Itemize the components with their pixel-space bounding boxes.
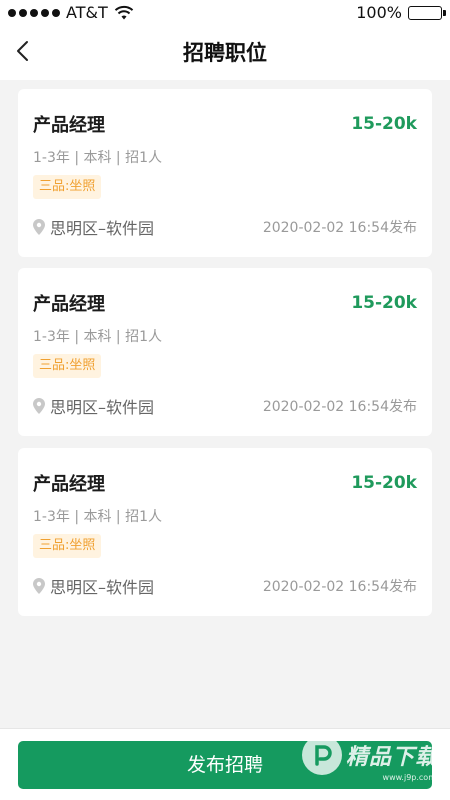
watermark-subtext: www.j9p.com	[382, 773, 436, 782]
job-card[interactable]: 产品经理 15-20k 1-3年 | 本科 | 招1人 三品:坐照 思明区–软件…	[18, 268, 432, 436]
wifi-icon	[114, 5, 133, 19]
status-right: 100%	[356, 3, 446, 22]
posted-time: 2020-02-02 16:54发布	[262, 220, 417, 236]
job-salary: 15-20k	[351, 293, 417, 313]
job-location: 思明区–软件园	[33, 394, 154, 418]
status-left: AT&T	[8, 3, 134, 22]
battery-icon	[408, 5, 446, 20]
status-bar: AT&T 100%	[0, 0, 450, 26]
job-requirements: 1-3年 | 本科 | 招1人	[33, 150, 163, 166]
posted-time: 2020-02-02 16:54发布	[262, 579, 417, 595]
location-text: 思明区–软件园	[50, 398, 155, 417]
posted-time: 2020-02-02 16:54发布	[262, 399, 417, 415]
carrier-name: AT&T	[66, 3, 108, 22]
location-pin-icon	[33, 219, 45, 235]
job-salary: 15-20k	[351, 473, 417, 493]
job-card[interactable]: 产品经理 15-20k 1-3年 | 本科 | 招1人 三品:坐照 思明区–软件…	[18, 448, 432, 616]
battery-percent: 100%	[356, 3, 402, 22]
signal-icon	[8, 8, 60, 17]
job-tag: 三品:坐照	[33, 354, 102, 378]
nav-bar: 招聘职位	[0, 26, 450, 76]
location-text: 思明区–软件园	[50, 219, 155, 238]
header: AT&T 100% 招聘职位	[0, 0, 450, 80]
job-requirements: 1-3年 | 本科 | 招1人	[33, 329, 163, 345]
job-tag: 三品:坐照	[33, 175, 102, 199]
bottom-bar: 发布招聘 精品下载 www.j9p.com	[0, 728, 450, 800]
watermark: 精品下载	[301, 735, 438, 775]
watermark-text: 精品下载	[345, 745, 438, 770]
page-title: 招聘职位	[183, 41, 267, 65]
watermark-logo-icon	[301, 735, 342, 775]
job-tag: 三品:坐照	[33, 534, 102, 558]
job-location: 思明区–软件园	[33, 574, 154, 598]
job-salary: 15-20k	[351, 114, 417, 134]
job-location: 思明区–软件园	[33, 215, 154, 239]
location-pin-icon	[33, 398, 45, 414]
location-pin-icon	[33, 578, 45, 594]
job-card[interactable]: 产品经理 15-20k 1-3年 | 本科 | 招1人 三品:坐照 思明区–软件…	[18, 89, 432, 257]
job-title: 产品经理	[33, 115, 105, 136]
job-requirements: 1-3年 | 本科 | 招1人	[33, 509, 163, 525]
job-title: 产品经理	[33, 474, 105, 495]
job-title: 产品经理	[33, 294, 105, 315]
location-text: 思明区–软件园	[50, 578, 155, 597]
